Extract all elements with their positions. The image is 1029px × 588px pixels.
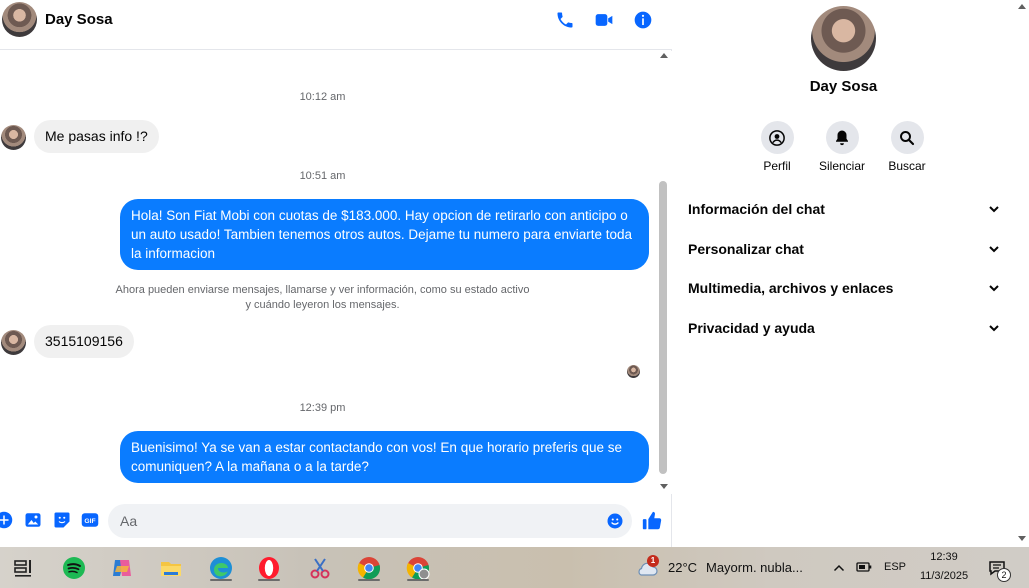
chat-header: Day Sosa: [0, 0, 672, 50]
section-customize-chat[interactable]: Personalizar chat: [681, 231, 1006, 267]
message-list: 10:12 am Me pasas info !? 10:51 am Hola!…: [0, 51, 656, 494]
message-composer: GIF: [0, 500, 672, 544]
battery-icon[interactable]: [856, 561, 872, 573]
sender-avatar[interactable]: [1, 330, 26, 355]
image-icon[interactable]: [24, 511, 42, 529]
opera-app[interactable]: [256, 555, 282, 581]
weather-alert-badge: 1: [647, 555, 659, 567]
profile-icon[interactable]: [760, 121, 794, 154]
profile-button[interactable]: Perfil: [747, 121, 807, 173]
message-timestamp: 10:12 am: [299, 91, 346, 103]
sticker-icon[interactable]: [53, 511, 71, 529]
chrome-profile-icon[interactable]: [405, 555, 431, 581]
active-indicator: [258, 579, 280, 581]
info-icon[interactable]: [633, 10, 653, 30]
weather-description[interactable]: Mayorm. nubla...: [706, 560, 803, 575]
profile-label: Perfil: [763, 159, 791, 173]
gif-icon[interactable]: GIF: [81, 511, 99, 529]
thumbs-up-icon[interactable]: [641, 510, 663, 532]
chat-scrollbar[interactable]: [656, 51, 672, 494]
chrome-profile-app[interactable]: [405, 555, 431, 581]
chat-info-panel: Day Sosa Perfil Silenciar Buscar Informa…: [673, 0, 1014, 547]
clock-date[interactable]: 11/3/2025: [900, 570, 988, 582]
spotify-icon[interactable]: [61, 555, 87, 581]
copilot-icon[interactable]: [109, 555, 135, 581]
opera-icon[interactable]: [256, 555, 282, 581]
system-notice-line: y cuándo leyeron los mensajes.: [245, 299, 400, 311]
task-view-icon[interactable]: [10, 555, 36, 581]
section-label: Privacidad y ayuda: [688, 320, 815, 336]
outgoing-message[interactable]: Hola! Son Fiat Mobi con cuotas de $183.0…: [120, 199, 649, 270]
phone-icon[interactable]: [555, 10, 575, 30]
weather-temperature[interactable]: 22°C: [668, 560, 697, 575]
active-indicator: [210, 579, 232, 581]
chevron-down-icon: [989, 325, 999, 332]
snipping-tool-icon[interactable]: [307, 555, 333, 581]
chevron-down-icon: [989, 206, 999, 213]
video-call-icon[interactable]: [594, 10, 614, 30]
message-timestamp: 12:39 pm: [299, 402, 346, 414]
chrome-app[interactable]: [356, 555, 382, 581]
outgoing-message[interactable]: Buenisimo! Ya se van a estar contactando…: [120, 431, 649, 483]
emoji-icon[interactable]: [606, 512, 624, 530]
page-scrollbar[interactable]: [1014, 0, 1029, 547]
mute-button[interactable]: Silenciar: [812, 121, 872, 173]
section-label: Información del chat: [688, 201, 825, 217]
active-indicator: [407, 579, 429, 581]
contact-avatar[interactable]: [2, 2, 37, 37]
incoming-message[interactable]: Me pasas info !?: [34, 120, 159, 153]
contact-name[interactable]: Day Sosa: [45, 11, 113, 28]
search-icon[interactable]: [890, 121, 924, 154]
plus-icon[interactable]: [0, 511, 13, 529]
section-label: Multimedia, archivos y enlaces: [688, 280, 894, 296]
section-chat-info[interactable]: Información del chat: [681, 191, 1006, 227]
active-indicator: [358, 579, 380, 581]
sender-avatar[interactable]: [1, 125, 26, 150]
taskbar: 1 22°C Mayorm. nubla... ESP 12:39 11/3/2…: [0, 547, 1029, 588]
bell-icon[interactable]: [825, 121, 859, 154]
system-notice-line: Ahora pueden enviarse mensajes, llamarse…: [115, 284, 530, 296]
profile-name: Day Sosa: [809, 78, 878, 95]
read-receipt-avatar: [627, 365, 640, 378]
edge-app[interactable]: [208, 555, 234, 581]
scroll-up-arrow[interactable]: [1018, 4, 1026, 9]
scroll-thumb[interactable]: [659, 181, 667, 474]
section-label: Personalizar chat: [688, 241, 804, 257]
search-button[interactable]: Buscar: [877, 121, 937, 173]
incoming-message[interactable]: 3515109156: [34, 325, 134, 358]
file-explorer-icon[interactable]: [158, 555, 184, 581]
notification-count-badge: 2: [997, 568, 1011, 582]
message-input[interactable]: [108, 504, 632, 538]
system-notice: Ahora pueden enviarse mensajes, llamarse…: [0, 283, 645, 313]
profile-avatar[interactable]: [811, 6, 876, 71]
section-privacy-help[interactable]: Privacidad y ayuda: [681, 310, 1006, 346]
chevron-down-icon: [989, 285, 999, 292]
chevron-up-icon[interactable]: [833, 562, 845, 574]
scroll-down-arrow[interactable]: [660, 484, 668, 489]
section-media-files-links[interactable]: Multimedia, archivos y enlaces: [681, 270, 1006, 306]
svg-text:GIF: GIF: [84, 518, 95, 525]
mute-label: Silenciar: [818, 159, 866, 173]
search-label: Buscar: [888, 159, 926, 173]
chrome-icon[interactable]: [356, 555, 382, 581]
clock-time[interactable]: 12:39: [900, 551, 988, 563]
edge-icon[interactable]: [208, 555, 234, 581]
scroll-up-arrow[interactable]: [660, 53, 668, 58]
chat-pane: Day Sosa 10:12 am Me pasas info !? 10:51…: [0, 0, 672, 547]
chevron-down-icon: [989, 246, 999, 253]
scroll-down-arrow[interactable]: [1018, 536, 1026, 541]
message-timestamp: 10:51 am: [299, 170, 346, 182]
